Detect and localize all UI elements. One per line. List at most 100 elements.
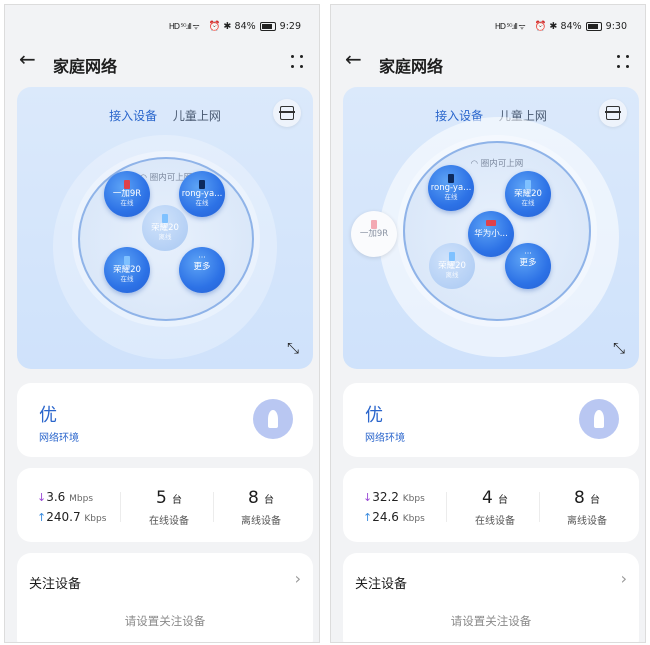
followed-devices-title: 关注设备 [29,577,82,592]
tab-kids-online[interactable]: 儿童上网 [173,109,221,123]
back-arrow-icon[interactable]: ← [345,49,362,69]
tv-icon [486,220,496,226]
divider [213,492,214,522]
quality-label: 网络环境 [365,433,405,444]
rocket-icon[interactable] [579,399,619,439]
phone-icon [371,220,377,229]
offline-number: 8 [574,488,585,508]
online-number: 5 [156,488,167,508]
download-unit: Kbps [402,494,425,504]
more-devices-node[interactable]: ··· 更多 [505,243,551,289]
device-name: 一加9R [359,229,389,239]
online-label: 在线设备 [475,516,515,527]
device-name: 一加9R [112,189,142,199]
split-icon [605,106,621,120]
online-number: 4 [482,488,493,508]
quality-label: 网络环境 [39,433,79,444]
status-icons: ⏰ ✱ 84% [208,21,256,32]
split-icon [279,106,295,120]
device-state: 在线 [120,199,134,207]
device-state: 离线 [445,271,459,279]
device-node[interactable]: 一加9R 在线 [104,171,150,217]
divider [446,492,447,522]
expand-icon[interactable]: ⤡ [613,339,625,357]
topology-panel: 接入设备 儿童上网 ◠ 圈内可上网 一加9R 在线 rong-ya... 在线 … [17,87,313,369]
status-icons: ⏰ ✱ 84% [534,21,582,32]
device-state: 在线 [444,193,458,201]
topology-panel: 接入设备 儿童上网 ◠ 圈内可上网 一加9R rong-ya... 在线 荣耀2… [343,87,639,369]
phone-icon [525,180,531,189]
device-name: rong-ya... [430,183,472,193]
online-unit: 台 [171,495,182,506]
ring-label: ◠ 圈内可上网 [405,157,589,169]
followed-devices-empty: 请设置关注设备 [450,614,532,628]
more-grid-icon[interactable] [617,55,631,69]
device-node[interactable]: 华为小... [468,211,514,257]
divider [539,492,540,522]
chevron-right-icon[interactable]: › [621,569,627,588]
tab-connected-devices[interactable]: 接入设备 [109,109,157,123]
speed-block: ↓32.2 Kbps ↑24.6 Kbps [363,490,425,530]
chevron-right-icon[interactable]: › [295,569,301,588]
upload-speed: 240.7 [46,510,81,524]
split-view-button[interactable] [273,99,301,127]
network-status: HD ⁵ᴳ.ıll ᯤ [168,22,200,31]
back-arrow-icon[interactable]: ← [19,49,36,69]
followed-devices-card[interactable]: 关注设备 › 请设置关注设备 [343,553,639,642]
status-bar: HD ⁵ᴳ.ıll ᯤ ⏰ ✱ 84% 9:30 [495,21,627,32]
device-node-outside[interactable]: 一加9R [351,211,397,257]
followed-devices-empty: 请设置关注设备 [124,614,206,628]
phone-icon [162,214,168,223]
download-unit: Mbps [69,494,94,504]
page-title: 家庭网络 [379,57,444,76]
upload-unit: Kbps [402,514,425,524]
ring-label: ◠ 圈内可上网 [80,171,252,183]
followed-devices-card[interactable]: 关注设备 › 请设置关注设备 [17,553,313,642]
upload-speed: 24.6 [372,510,399,524]
battery-icon [585,22,602,31]
split-view-button[interactable] [599,99,627,127]
quality-grade: 优 [39,405,57,426]
network-quality-card[interactable]: 优 网络环境 [17,383,313,457]
followed-devices-title: 关注设备 [355,577,408,592]
online-unit: 台 [497,495,508,506]
download-arrow-icon: ↓ [363,491,373,504]
more-grid-icon[interactable] [291,55,305,69]
status-time: 9:30 [605,21,627,32]
online-devices-count[interactable]: 5 台 在线设备 [129,488,209,527]
offline-number: 8 [248,488,259,508]
offline-devices-count[interactable]: 8 台 离线设备 [547,488,627,527]
phone-icon [199,180,205,189]
device-node[interactable]: 荣耀20 离线 [429,243,475,289]
download-speed: 32.2 [372,490,399,504]
device-node[interactable]: 荣耀20 在线 [104,247,150,293]
device-node[interactable]: 荣耀20 离线 [142,205,188,251]
status-time: 9:29 [279,21,301,32]
page-title: 家庭网络 [53,57,118,76]
device-state: 离线 [158,233,172,241]
expand-icon[interactable]: ⤡ [287,339,299,357]
device-name: 华为小... [474,229,508,239]
device-node[interactable]: rong-ya... 在线 [179,171,225,217]
upload-arrow-icon: ↑ [37,511,47,524]
device-node[interactable]: rong-ya... 在线 [428,165,474,211]
phone-icon [448,174,454,183]
offline-label: 离线设备 [567,516,607,527]
divider [120,492,121,522]
device-name: rong-ya... [181,189,223,199]
device-state: 在线 [195,199,209,207]
upload-unit: Kbps [84,514,107,524]
device-name: 荣耀20 [438,261,466,271]
device-node[interactable]: 荣耀20 在线 [505,171,551,217]
online-devices-count[interactable]: 4 台 在线设备 [455,488,535,527]
network-quality-card[interactable]: 优 网络环境 [343,383,639,457]
rocket-icon[interactable] [253,399,293,439]
ellipsis-icon: ··· [198,253,206,262]
phone-icon [124,256,130,265]
device-name: 荣耀20 [514,189,542,199]
offline-devices-count[interactable]: 8 台 离线设备 [221,488,301,527]
ellipsis-icon: ··· [524,249,532,258]
more-devices-node[interactable]: ··· 更多 [179,247,225,293]
phone-icon [449,252,455,261]
topology-tabs: 接入设备 儿童上网 [17,107,313,124]
